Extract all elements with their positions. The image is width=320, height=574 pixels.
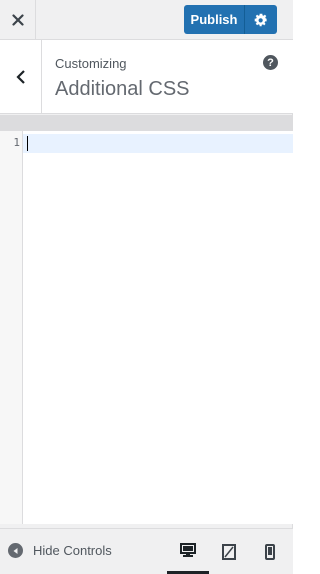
active-line-highlight [23, 134, 293, 153]
chevron-left-icon [15, 70, 25, 84]
section-title-panel: Customizing Additional CSS ? [0, 40, 293, 114]
preview-area [293, 0, 312, 574]
hide-controls-button[interactable]: Hide Controls [8, 543, 112, 558]
customizer-footer: Hide Controls [0, 528, 293, 574]
publish-button-group: Publish [184, 5, 277, 34]
editor-gutter: 1 [0, 131, 23, 524]
page-title: Additional CSS [55, 78, 190, 100]
text-cursor [27, 136, 28, 151]
gear-icon [254, 13, 267, 26]
customizing-label: Customizing [55, 56, 127, 71]
desktop-icon [180, 542, 196, 557]
mobile-icon [265, 544, 275, 560]
css-code-editor[interactable]: 1 [0, 131, 293, 524]
tablet-icon [222, 544, 236, 560]
close-customizer-button[interactable] [0, 0, 36, 40]
preview-desktop-button[interactable] [167, 529, 209, 574]
preview-mobile-button[interactable] [249, 529, 291, 574]
hide-controls-label: Hide Controls [33, 543, 112, 558]
line-number: 1 [13, 136, 20, 149]
collapse-arrow-icon [8, 543, 23, 558]
publish-button[interactable]: Publish [184, 5, 245, 34]
back-button[interactable] [0, 40, 42, 114]
divider-band [0, 115, 293, 131]
preview-tablet-button[interactable] [208, 529, 250, 574]
customizer-header: Publish [0, 0, 293, 40]
publish-settings-button[interactable] [245, 5, 277, 34]
help-icon[interactable]: ? [263, 55, 278, 70]
close-icon [11, 14, 24, 26]
